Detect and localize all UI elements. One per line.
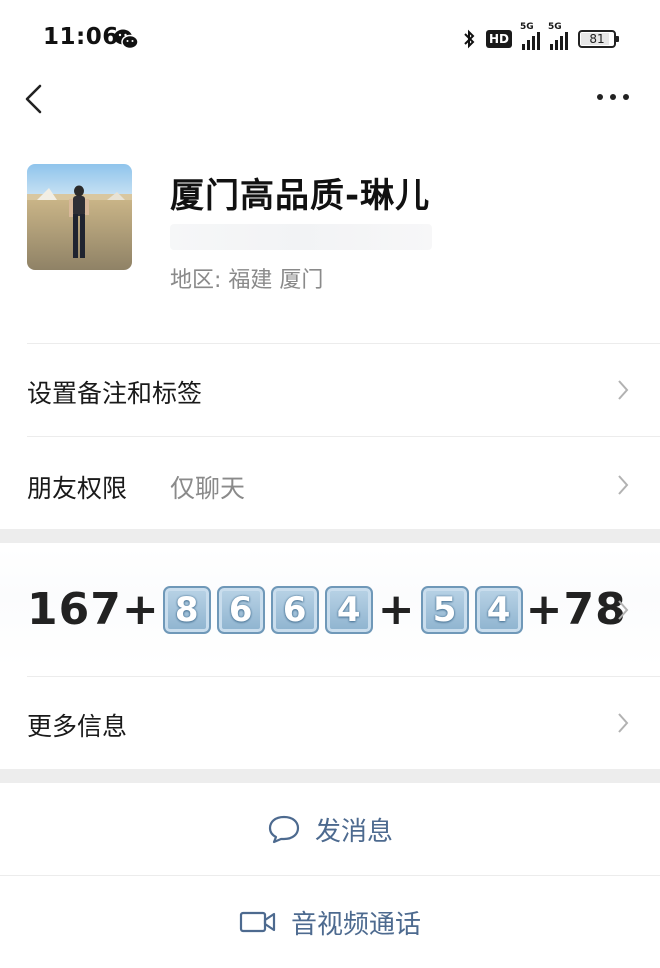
signal-strength-icon: 5G (520, 22, 540, 50)
more-info-row[interactable]: 更多信息 (0, 677, 660, 769)
video-camera-icon (239, 911, 276, 933)
send-message-button[interactable]: 发消息 (0, 783, 660, 875)
keycap-digit: 6 (270, 586, 319, 634)
more-options-button[interactable] (596, 90, 630, 104)
remark-and-tags-label: 设置备注和标签 (27, 379, 203, 408)
keycap-digit: 8 (162, 586, 211, 634)
more-info-label: 更多信息 (27, 712, 128, 741)
section-separator (0, 769, 660, 783)
signal-network-label: 5G (520, 22, 534, 32)
chevron-right-icon (618, 380, 629, 400)
friend-permission-label: 朋友权限 (27, 474, 128, 503)
section-separator (0, 529, 660, 543)
signal-network-label: 5G (548, 22, 562, 32)
signal-strength-icon: 5G (548, 22, 568, 50)
status-time: 11:06 (43, 24, 119, 50)
blurred-wechat-id (170, 224, 432, 250)
wechat-icon (114, 29, 139, 50)
send-message-label: 发消息 (314, 816, 393, 847)
status-indicators: HD 5G 5G 81 (462, 22, 619, 52)
signature-keycap-number: 167+ 8 6 6 4 + 5 4 +78 (27, 582, 627, 638)
remark-and-tags-row[interactable]: 设置备注和标签 (0, 344, 660, 436)
bluetooth-icon (464, 29, 475, 49)
chevron-right-icon (618, 600, 629, 620)
number-prefix: 167+ (27, 584, 160, 635)
hd-voice-badge: HD (485, 30, 512, 48)
number-plus: + (377, 584, 416, 635)
battery-level: 81 (589, 32, 605, 46)
friend-permission-row[interactable]: 朋友权限 仅聊天 (0, 437, 660, 529)
video-call-label: 音视频通话 (290, 909, 421, 940)
number-suffix: +78 (525, 584, 627, 635)
keycap-digit: 4 (474, 586, 523, 634)
chat-bubble-icon (268, 815, 300, 844)
battery-icon: 81 (578, 30, 619, 48)
friend-permission-value: 仅聊天 (170, 474, 246, 503)
contact-name: 厦门高品质-琳儿 (170, 176, 431, 216)
contact-region: 地区: 福建 厦门 (170, 268, 324, 293)
keycap-digit: 6 (216, 586, 265, 634)
back-button[interactable] (20, 82, 50, 116)
chevron-right-icon (618, 475, 629, 495)
keycap-digit: 5 (420, 586, 469, 634)
avatar[interactable] (27, 164, 132, 270)
video-call-button[interactable]: 音视频通话 (0, 876, 660, 968)
chevron-right-icon (618, 713, 629, 733)
keycap-digit: 4 (324, 586, 373, 634)
